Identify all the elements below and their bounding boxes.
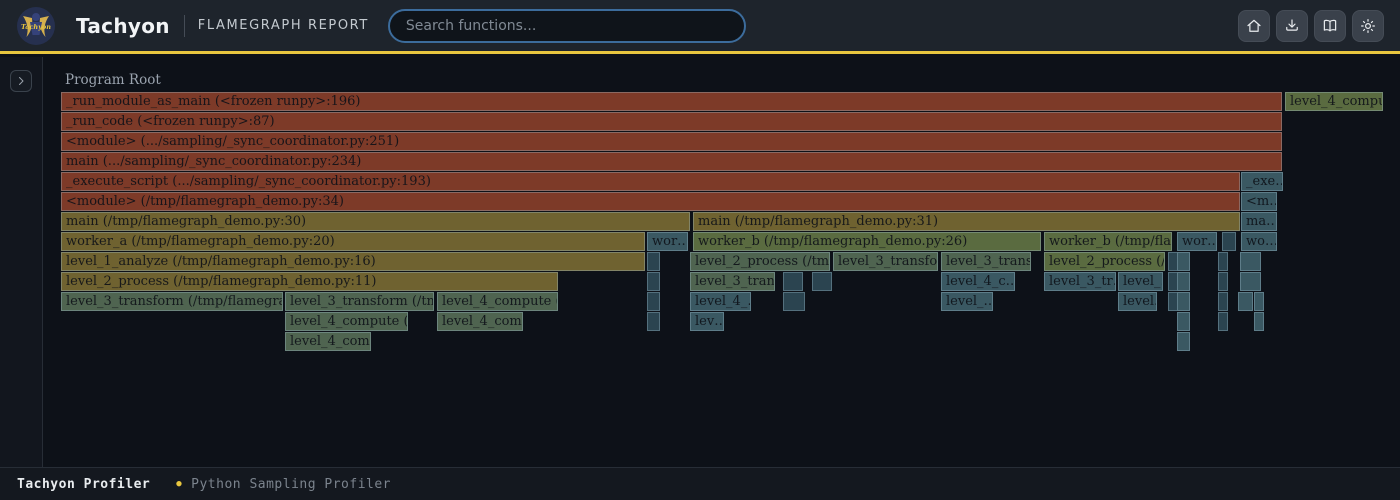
flame-bar[interactable]	[1240, 252, 1261, 271]
flame-bar[interactable]	[1177, 252, 1190, 271]
flame-bar[interactable]: worker_a (/tmp/flamegraph_demo.py:20)	[61, 232, 645, 251]
eagle-logo-icon: Tachyon	[16, 6, 56, 46]
status-app-name: Tachyon Profiler	[17, 477, 150, 492]
header-divider	[184, 15, 185, 37]
flame-bar[interactable]: level_…	[1118, 272, 1163, 291]
flame-bar[interactable]: level_2_process (/tmp/fla…	[690, 252, 830, 271]
search-input[interactable]	[388, 9, 746, 43]
app-title: Tachyon	[76, 14, 170, 38]
flame-bar[interactable]: worker_b (/tmp/flame…	[1044, 232, 1172, 251]
flame-bar[interactable]: worker_b (/tmp/flamegraph_demo.py:26)	[693, 232, 1041, 251]
flame-bar[interactable]	[1218, 252, 1228, 271]
download-icon	[1283, 17, 1301, 35]
flame-bar[interactable]	[783, 292, 805, 311]
flame-bar[interactable]: level_4_com…	[437, 312, 523, 331]
flame-bar[interactable]	[647, 312, 660, 331]
flame-bar[interactable]: _run_module_as_main (<frozen runpy>:196)	[61, 92, 1282, 111]
download-button[interactable]	[1276, 10, 1308, 42]
left-sidebar	[0, 57, 43, 467]
flame-bar[interactable]: level_3_trans…	[941, 252, 1031, 271]
flame-bar[interactable]: _exe…	[1241, 172, 1283, 191]
flame-bar[interactable]	[1218, 292, 1228, 311]
flame-bar[interactable]: level_4_compute (/t…	[285, 312, 408, 331]
flame-bar[interactable]: <module> (/tmp/flamegraph_demo.py:34)	[61, 192, 1240, 211]
header-toolbar	[1238, 10, 1384, 42]
flame-bar[interactable]: level_3_transf…	[690, 272, 775, 291]
flame-bar[interactable]	[1254, 292, 1264, 311]
svg-text:Tachyon: Tachyon	[21, 23, 51, 31]
flame-bar[interactable]	[647, 272, 660, 291]
flame-bar[interactable]: level_3_transform (/tmp/flamegraph_dem…	[61, 292, 283, 311]
flame-bar[interactable]: wor…	[647, 232, 688, 251]
flame-bar[interactable]: level_2_process (/tm…	[1044, 252, 1165, 271]
flame-bar[interactable]: ma…	[1241, 212, 1277, 231]
flame-bar[interactable]	[1177, 332, 1190, 351]
flame-bar[interactable]: _execute_script (.../sampling/_sync_coor…	[61, 172, 1240, 191]
flame-bar[interactable]: wo…	[1241, 232, 1277, 251]
brightness-icon	[1359, 17, 1377, 35]
flame-bar[interactable]	[1218, 312, 1228, 331]
flame-bar[interactable]	[1222, 232, 1236, 251]
flame-bar[interactable]: level_2_process (/tmp/flamegraph_demo.py…	[61, 272, 558, 291]
flame-root-bar[interactable]: Program Root	[61, 72, 1383, 91]
flame-bar[interactable]: level_1_analyze (/tmp/flamegraph_demo.py…	[61, 252, 645, 271]
home-button[interactable]	[1238, 10, 1270, 42]
report-type-label: FLAMEGRAPH REPORT	[198, 18, 369, 33]
docs-button[interactable]	[1314, 10, 1346, 42]
flame-bar[interactable]: main (/tmp/flamegraph_demo.py:30)	[61, 212, 690, 231]
flame-bar[interactable]: lev…	[690, 312, 724, 331]
flame-bar[interactable]: level_4_…	[690, 292, 751, 311]
sidebar-expand-button[interactable]	[10, 70, 32, 92]
app-header: Tachyon Tachyon FLAMEGRAPH REPORT	[0, 0, 1400, 54]
home-icon	[1245, 17, 1263, 35]
flame-bar[interactable]	[1254, 312, 1264, 331]
flame-bar[interactable]: _run_code (<frozen runpy>:87)	[61, 112, 1282, 131]
flame-bar[interactable]: main (.../sampling/_sync_coordinator.py:…	[61, 152, 1282, 171]
status-subtitle: Python Sampling Profiler	[191, 477, 391, 492]
flame-bar[interactable]	[1218, 272, 1228, 291]
flame-bar[interactable]: level_4_compute (/t…	[437, 292, 558, 311]
flame-bar[interactable]: <module> (.../sampling/_sync_coordinator…	[61, 132, 1282, 151]
flame-bar[interactable]	[647, 252, 660, 271]
flame-bar[interactable]: level_4_com…	[285, 332, 371, 351]
flame-bar[interactable]	[647, 292, 660, 311]
flame-bar[interactable]	[1177, 312, 1190, 331]
flame-bar[interactable]	[1238, 292, 1253, 311]
flame-bar[interactable]: wor…	[1177, 232, 1217, 251]
flame-bar[interactable]: level_3_tr…	[1044, 272, 1116, 291]
status-dot-icon: ●	[176, 479, 182, 489]
flame-bar[interactable]: level…	[1118, 292, 1157, 311]
flame-bar[interactable]: <m…	[1241, 192, 1277, 211]
flamegraph: Program Root_run_module_as_main (<frozen…	[44, 57, 1400, 467]
flame-bar[interactable]: level_…	[941, 292, 993, 311]
theme-button[interactable]	[1352, 10, 1384, 42]
flame-bar[interactable]: level_4_comput…	[1285, 92, 1383, 111]
flame-bar[interactable]	[1240, 272, 1261, 291]
flame-bar[interactable]	[1177, 292, 1190, 311]
flame-bar[interactable]	[812, 272, 832, 291]
flame-bar[interactable]: level_4_c…	[941, 272, 1015, 291]
flame-bar[interactable]	[783, 272, 803, 291]
flame-bar[interactable]: level_3_transform…	[833, 252, 938, 271]
book-icon	[1321, 17, 1339, 35]
flame-bar[interactable]: main (/tmp/flamegraph_demo.py:31)	[693, 212, 1240, 231]
flame-bar[interactable]: level_3_transform (/tmp/fl…	[285, 292, 434, 311]
status-bar: Tachyon Profiler ● Python Sampling Profi…	[0, 467, 1400, 500]
flame-bar[interactable]	[1177, 272, 1190, 291]
chevron-right-icon	[15, 75, 27, 87]
